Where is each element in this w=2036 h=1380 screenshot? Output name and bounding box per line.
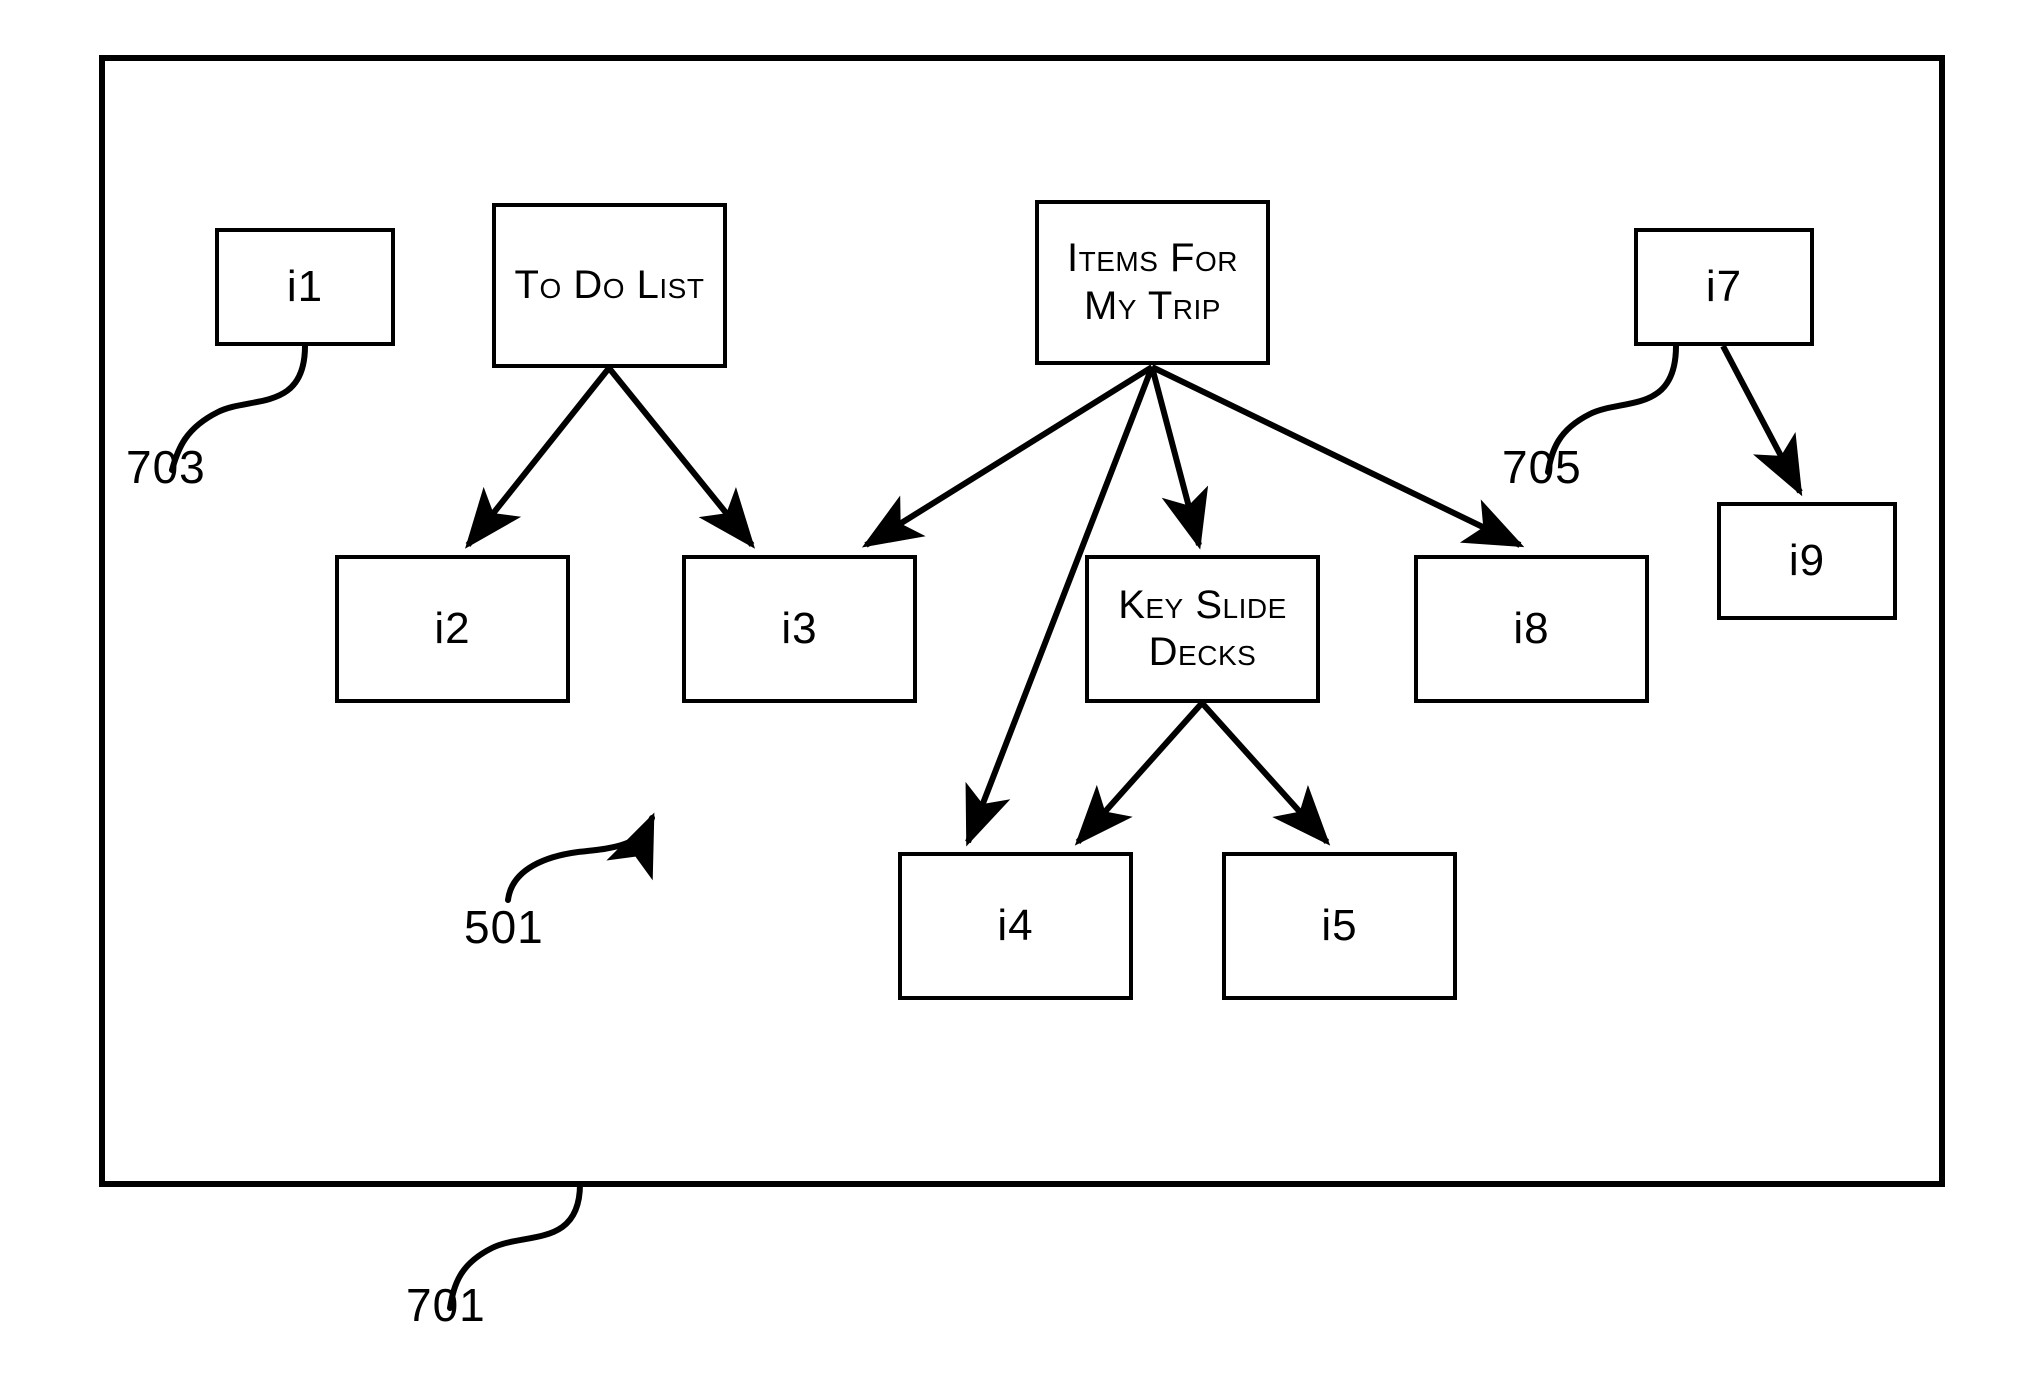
node-items-for-my-trip[interactable]: Items For My Trip [1035, 200, 1270, 365]
reference-numeral-701: 701 [406, 1279, 486, 1331]
node-i7-label: i7 [1705, 262, 1743, 312]
edge-i7-to-i9 [1720, 344, 1803, 497]
reference-numeral-501: 501 [464, 901, 544, 953]
node-i4[interactable]: i4 [898, 852, 1133, 1000]
node-i2-label: i2 [434, 604, 471, 654]
edge-to-do-list-to-i2 [465, 366, 612, 549]
diagram-canvas [99, 55, 1945, 1311]
edge-key-slide-decks-to-i5 [1199, 700, 1331, 846]
node-i8-label: i8 [1513, 604, 1550, 654]
node-items-for-my-trip-label: Items For My Trip [1067, 236, 1238, 328]
node-i1-label: i1 [286, 262, 324, 312]
node-i3[interactable]: i3 [682, 555, 917, 703]
edge-items-to-key-slide-decks [1149, 366, 1209, 550]
node-i3-label: i3 [781, 604, 818, 654]
node-to-do-list[interactable]: To Do List [492, 203, 727, 368]
node-i5-label: i5 [1321, 901, 1358, 951]
node-i7[interactable]: i7 [1634, 228, 1814, 346]
node-i9[interactable]: i9 [1717, 502, 1897, 620]
leader-501 [505, 812, 655, 903]
node-i4-label: i4 [997, 901, 1034, 951]
figure-page: i1 To Do List Items For My Trip i7 i2 i3… [0, 0, 2036, 1380]
edge-to-do-list-to-i3 [606, 366, 756, 549]
edge-items-to-i3 [861, 364, 1154, 548]
edge-key-slide-decks-to-i4 [1074, 701, 1205, 846]
reference-numeral-703: 703 [126, 441, 206, 493]
node-i1[interactable]: i1 [215, 228, 395, 346]
node-i2[interactable]: i2 [335, 555, 570, 703]
node-i5[interactable]: i5 [1222, 852, 1457, 1000]
node-key-slide-decks-label: Key Slide Decks [1118, 582, 1287, 674]
node-to-do-list-label: To Do List [514, 262, 705, 307]
edge-items-to-i8 [1150, 364, 1525, 548]
reference-numeral-705: 705 [1502, 441, 1582, 493]
node-i8[interactable]: i8 [1414, 555, 1649, 703]
node-i9-label: i9 [1788, 536, 1826, 586]
node-key-slide-decks[interactable]: Key Slide Decks [1085, 555, 1320, 703]
